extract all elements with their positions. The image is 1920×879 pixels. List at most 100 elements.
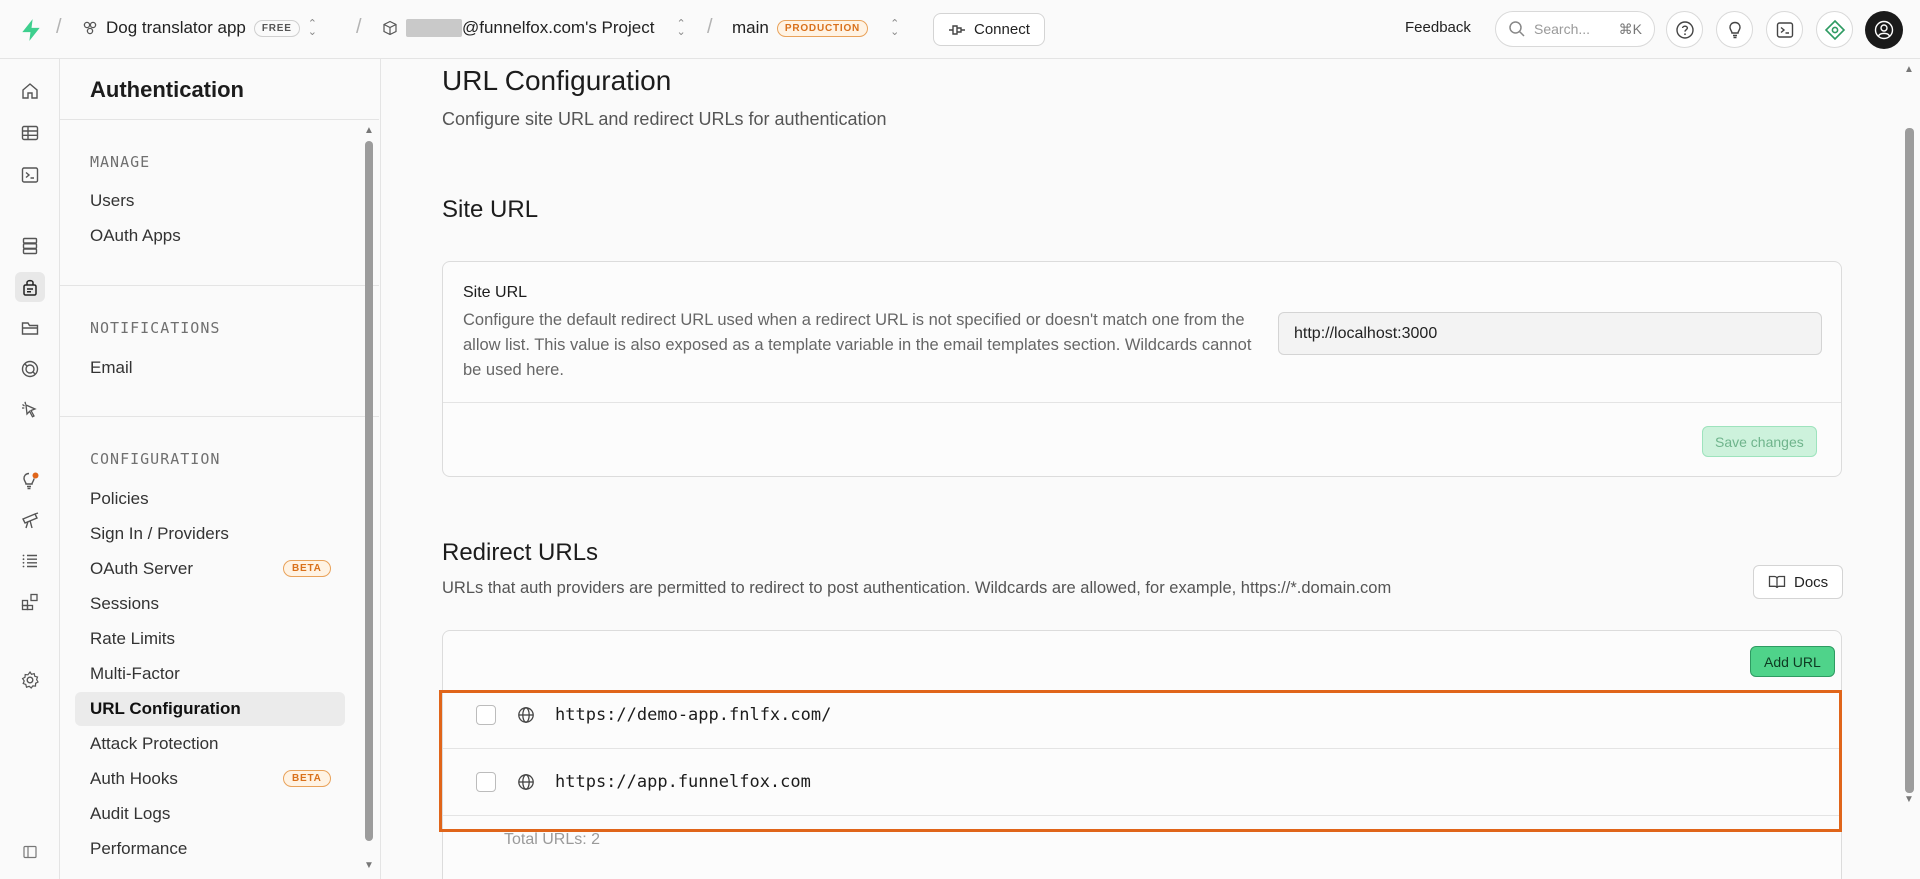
site-url-card: Site URL Configure the default redirect … bbox=[442, 261, 1842, 477]
main-scrollbar[interactable] bbox=[1905, 128, 1914, 793]
url-row[interactable]: https://demo-app.fnlfx.com/ bbox=[443, 682, 1841, 748]
settings-icon[interactable] bbox=[15, 665, 45, 695]
redirect-url-text: https://app.funnelfox.com bbox=[555, 772, 811, 792]
project-name: Dog translator app bbox=[106, 18, 246, 37]
add-url-button[interactable]: Add URL bbox=[1750, 646, 1835, 677]
scroll-up-arrow-icon[interactable]: ▲ bbox=[364, 125, 374, 136]
divider bbox=[443, 815, 1841, 816]
scroll-up-arrow-icon[interactable]: ▲ bbox=[1904, 64, 1914, 75]
auth-sidebar: Authentication MANAGE Users OAuth Apps N… bbox=[60, 59, 381, 879]
database-icon[interactable] bbox=[15, 231, 45, 261]
realtime-icon[interactable] bbox=[15, 354, 45, 384]
chevron-up-down-icon: ⌃ ⌄ bbox=[307, 18, 317, 38]
sidebar-item-sign-in-providers[interactable]: Sign In / Providers bbox=[75, 517, 345, 551]
sidebar-scrollbar[interactable] bbox=[365, 141, 373, 841]
scroll-down-arrow-icon[interactable]: ▼ bbox=[364, 860, 374, 871]
page-subtitle: Configure site URL and redirect URLs for… bbox=[442, 109, 887, 129]
book-icon bbox=[1768, 575, 1786, 589]
section-label-configuration: CONFIGURATION bbox=[90, 450, 221, 468]
table-editor-icon[interactable] bbox=[15, 118, 45, 148]
beta-badge: BETA bbox=[283, 560, 331, 577]
help-button[interactable] bbox=[1666, 11, 1703, 48]
branch-selector[interactable]: main PRODUCTION ⌃ ⌄ bbox=[732, 18, 899, 38]
reports-icon[interactable] bbox=[15, 506, 45, 536]
help-icon bbox=[1675, 20, 1694, 39]
sidebar-item-rate-limits[interactable]: Rate Limits bbox=[75, 622, 345, 656]
branch-name: main bbox=[732, 18, 769, 37]
redirect-urls-heading: Redirect URLs bbox=[442, 539, 599, 566]
page-title: URL Configuration bbox=[442, 65, 672, 96]
sidebar-item-audit-logs[interactable]: Audit Logs bbox=[75, 797, 345, 831]
logs-icon[interactable] bbox=[15, 546, 45, 576]
breadcrumb-separator: / bbox=[56, 16, 62, 38]
save-changes-button[interactable]: Save changes bbox=[1702, 426, 1817, 457]
assistant-button[interactable] bbox=[1816, 11, 1853, 48]
breadcrumb-separator: / bbox=[707, 16, 713, 38]
edge-functions-icon[interactable] bbox=[15, 395, 45, 425]
terminal-button[interactable] bbox=[1766, 11, 1803, 48]
org-selector[interactable]: @funnelfox.com's Project ⌃ ⌄ bbox=[382, 18, 686, 38]
supabase-logo-icon[interactable] bbox=[18, 17, 44, 43]
search-input[interactable]: Search... ⌘K bbox=[1495, 11, 1655, 47]
sidebar-item-sessions[interactable]: Sessions bbox=[75, 587, 345, 621]
lightbulb-icon bbox=[1728, 21, 1741, 38]
sidebar-title: Authentication bbox=[90, 77, 244, 102]
terminal-icon bbox=[1776, 21, 1793, 38]
sidebar-item-attack-protection[interactable]: Attack Protection bbox=[75, 727, 345, 761]
plan-badge: FREE bbox=[253, 19, 300, 37]
docs-button[interactable]: Docs bbox=[1753, 565, 1844, 599]
user-avatar[interactable] bbox=[1865, 11, 1903, 49]
globe-icon bbox=[518, 707, 534, 723]
feedback-button[interactable]: Feedback bbox=[1405, 19, 1471, 36]
main-content: URL Configuration Configure site URL and… bbox=[381, 59, 1920, 879]
integrations-icon[interactable] bbox=[15, 587, 45, 617]
collapse-sidebar-icon[interactable] bbox=[15, 837, 45, 867]
sidebar-item-multi-factor[interactable]: Multi-Factor bbox=[75, 657, 345, 691]
beta-badge: BETA bbox=[283, 770, 331, 787]
scroll-down-arrow-icon[interactable]: ▼ bbox=[1904, 794, 1914, 805]
project-selector[interactable]: Dog translator app FREE ⌃ ⌄ bbox=[82, 18, 317, 38]
site-url-heading: Site URL bbox=[442, 196, 539, 223]
sql-editor-icon[interactable] bbox=[15, 160, 45, 190]
url-checkbox[interactable] bbox=[476, 772, 496, 792]
url-checkbox[interactable] bbox=[476, 705, 496, 725]
divider bbox=[60, 119, 379, 120]
redirect-urls-description: URLs that auth providers are permitted t… bbox=[442, 579, 1392, 597]
connect-button[interactable]: Connect bbox=[933, 13, 1045, 46]
section-label-notifications: NOTIFICATIONS bbox=[90, 319, 221, 337]
plug-icon bbox=[949, 24, 965, 35]
globe-icon bbox=[518, 774, 534, 790]
redirect-urls-card: Add URL https://demo-app.fnlfx.com/ http… bbox=[442, 630, 1842, 879]
chevron-up-down-icon: ⌃ ⌄ bbox=[676, 18, 686, 38]
production-badge: PRODUCTION bbox=[776, 19, 869, 37]
authentication-icon[interactable] bbox=[15, 272, 45, 302]
sidebar-item-policies[interactable]: Policies bbox=[75, 482, 345, 516]
divider bbox=[60, 285, 379, 286]
sidebar-item-oauth-apps[interactable]: OAuth Apps bbox=[75, 219, 345, 253]
sidebar-item-email[interactable]: Email bbox=[75, 351, 345, 385]
total-urls-count: Total URLs: 2 bbox=[504, 831, 601, 848]
cube-icon bbox=[383, 20, 397, 36]
url-row[interactable]: https://app.funnelfox.com bbox=[443, 749, 1841, 815]
org-name: @funnelfox.com's Project bbox=[462, 18, 655, 37]
sidebar-item-users[interactable]: Users bbox=[75, 184, 345, 218]
project-icon bbox=[83, 21, 97, 35]
home-icon[interactable] bbox=[15, 76, 45, 106]
chevron-up-down-icon: ⌃ ⌄ bbox=[890, 18, 900, 38]
advisors-icon[interactable] bbox=[15, 466, 45, 496]
sidebar-item-performance[interactable]: Performance bbox=[75, 832, 345, 866]
docs-label: Docs bbox=[1794, 573, 1829, 591]
divider bbox=[443, 402, 1841, 403]
ai-assistant-icon bbox=[1824, 19, 1845, 40]
site-url-description: Configure the default redirect URL used … bbox=[463, 311, 1252, 379]
site-url-input[interactable]: http://localhost:3000 bbox=[1278, 312, 1822, 355]
search-placeholder: Search... bbox=[1534, 21, 1591, 37]
storage-icon[interactable] bbox=[15, 313, 45, 343]
icon-rail bbox=[0, 59, 60, 879]
sidebar-item-url-configuration[interactable]: URL Configuration bbox=[75, 692, 345, 726]
search-icon bbox=[1509, 21, 1525, 37]
redacted-email bbox=[406, 19, 462, 37]
search-shortcut: ⌘K bbox=[1618, 20, 1642, 37]
advisor-button[interactable] bbox=[1716, 11, 1753, 48]
section-label-manage: MANAGE bbox=[90, 153, 151, 171]
